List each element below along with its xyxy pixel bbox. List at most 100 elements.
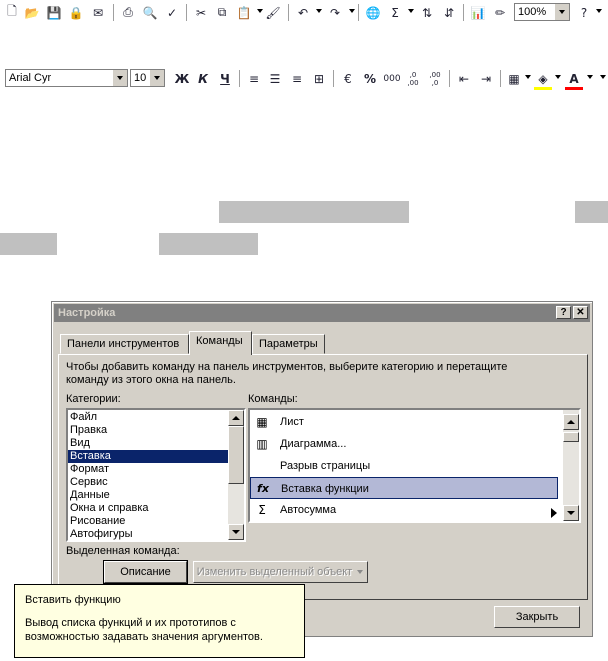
print-icon[interactable]: ⎙ bbox=[119, 4, 137, 21]
chart-wizard-icon[interactable]: 📊 bbox=[469, 4, 487, 21]
paste-icon[interactable]: 📋 bbox=[235, 4, 253, 21]
category-item[interactable]: Окна и справка bbox=[68, 502, 228, 515]
paste-dropdown-icon[interactable] bbox=[257, 9, 263, 13]
align-center-icon[interactable]: ☰ bbox=[266, 70, 284, 87]
category-item[interactable]: Автофигуры bbox=[68, 528, 228, 540]
toolbar-separator bbox=[333, 70, 335, 87]
percent-button[interactable]: % bbox=[361, 70, 379, 87]
new-icon[interactable]: 🗋 bbox=[3, 4, 21, 21]
increase-indent-icon[interactable]: ⇥ bbox=[477, 70, 495, 87]
command-item[interactable]: Разрыв страницы bbox=[250, 455, 558, 477]
tab-options[interactable]: Параметры bbox=[252, 334, 325, 354]
align-right-icon[interactable]: ≡ bbox=[288, 70, 306, 87]
thousands-button[interactable]: 000 bbox=[383, 70, 401, 87]
gray-block bbox=[575, 201, 608, 223]
spelling-icon[interactable]: ✓ bbox=[163, 4, 181, 21]
hyperlink-icon[interactable]: 🌐 bbox=[364, 4, 382, 21]
category-item[interactable]: Вид bbox=[68, 437, 228, 450]
merge-center-icon[interactable]: ⊞ bbox=[310, 70, 328, 87]
description-button[interactable]: Описание bbox=[103, 560, 188, 584]
email-icon[interactable]: ✉ bbox=[89, 4, 107, 21]
fill-color-icon[interactable]: ◈ bbox=[534, 70, 552, 90]
bold-button[interactable]: Ж bbox=[173, 70, 191, 87]
undo-icon[interactable]: ↶ bbox=[294, 4, 312, 21]
sheet-icon: ▦ bbox=[256, 415, 268, 429]
size-combo[interactable]: 10 bbox=[130, 69, 165, 87]
format-painter-icon[interactable]: 🖌 bbox=[264, 4, 282, 21]
font-color-dropdown-icon[interactable] bbox=[587, 75, 593, 79]
commands-scrollbar[interactable] bbox=[563, 410, 579, 521]
drawing-icon[interactable]: ✏ bbox=[491, 4, 509, 21]
align-left-icon[interactable]: ≡ bbox=[245, 70, 263, 87]
scroll-thumb[interactable] bbox=[228, 426, 244, 484]
command-label: Вставка функции bbox=[281, 483, 369, 495]
command-item[interactable]: Σ Автосумма bbox=[250, 499, 558, 521]
close-icon[interactable]: ✕ bbox=[573, 306, 588, 319]
help-icon[interactable]: ? bbox=[575, 4, 593, 21]
chevron-down-icon[interactable] bbox=[554, 4, 569, 20]
borders-dropdown-icon[interactable] bbox=[525, 75, 531, 79]
category-item[interactable]: Сервис bbox=[68, 476, 228, 489]
command-tooltip: Вставить функцию Вывод списка функций и … bbox=[14, 584, 305, 658]
toolbar-separator bbox=[113, 4, 115, 21]
open-icon[interactable]: 📂 bbox=[23, 4, 41, 21]
command-item[interactable]: ▦ Лист bbox=[250, 411, 558, 433]
category-item[interactable]: Файл bbox=[68, 411, 228, 424]
scroll-thumb[interactable] bbox=[563, 432, 579, 442]
redo-icon[interactable]: ↷ bbox=[326, 4, 344, 21]
undo-dropdown-icon[interactable] bbox=[316, 9, 322, 13]
increase-decimal-button[interactable]: ,0 ,00 bbox=[404, 70, 422, 87]
toolbar-options-icon[interactable] bbox=[600, 75, 606, 79]
redo-dropdown-icon[interactable] bbox=[349, 9, 355, 13]
underline-button[interactable]: Ч bbox=[216, 70, 234, 87]
command-item[interactable]: ▥ Диаграмма... bbox=[250, 433, 558, 455]
tab-toolbars[interactable]: Панели инструментов bbox=[60, 334, 189, 354]
font-color-icon[interactable]: A bbox=[565, 70, 583, 90]
toolbar-separator bbox=[463, 4, 465, 21]
help-button[interactable]: ? bbox=[556, 306, 571, 319]
chevron-down-icon[interactable] bbox=[112, 70, 127, 86]
categories-list[interactable]: Файл Правка Вид Вставка Формат Сервис Данные Ок… bbox=[66, 408, 246, 542]
decrease-indent-icon[interactable]: ⇤ bbox=[455, 70, 473, 87]
save-icon[interactable]: 💾 bbox=[45, 4, 63, 21]
autosum-dropdown-icon[interactable] bbox=[408, 9, 414, 13]
tab-commands[interactable]: Команды bbox=[189, 331, 252, 355]
category-item[interactable]: Вставка bbox=[68, 450, 228, 463]
chevron-down-icon[interactable] bbox=[149, 70, 164, 86]
scroll-down-icon[interactable] bbox=[563, 505, 579, 521]
italic-button[interactable]: К bbox=[194, 70, 212, 87]
category-item[interactable]: Рисование bbox=[68, 515, 228, 528]
borders-icon[interactable]: ▦ bbox=[505, 70, 523, 87]
scroll-up-icon[interactable] bbox=[228, 410, 244, 426]
sort-descending-icon[interactable]: ⇵ bbox=[440, 4, 458, 21]
formatting-toolbar: Arial Cyr 10 Ж К Ч ≡ ☰ ≡ ⊞ € % 000 ,0 ,0… bbox=[0, 66, 608, 92]
close-button[interactable]: Закрыть bbox=[494, 606, 580, 628]
gray-block bbox=[159, 233, 258, 255]
permission-icon[interactable]: 🔒 bbox=[67, 4, 85, 21]
zoom-value: 100% bbox=[518, 6, 547, 18]
decrease-decimal-button[interactable]: ,00 ,0 bbox=[426, 70, 444, 87]
zoom-combo[interactable]: 100% bbox=[514, 3, 570, 21]
fill-dropdown-icon[interactable] bbox=[555, 75, 561, 79]
command-label: Лист bbox=[280, 416, 304, 428]
categories-scrollbar[interactable] bbox=[228, 410, 244, 540]
command-item[interactable]: fx Вставка функции bbox=[250, 477, 558, 499]
category-item[interactable]: Данные bbox=[68, 489, 228, 502]
copy-icon[interactable]: ⧉ bbox=[213, 4, 231, 21]
chevron-down-icon bbox=[357, 570, 363, 574]
cut-icon[interactable]: ✂ bbox=[192, 4, 210, 21]
category-item[interactable]: Формат bbox=[68, 463, 228, 476]
commands-list[interactable]: ▦ Лист ▥ Диаграмма... Разрыв страницы fx Встав… bbox=[248, 408, 581, 523]
category-item[interactable]: Правка bbox=[68, 424, 228, 437]
help-dropdown-icon[interactable] bbox=[596, 9, 602, 13]
modify-selection-button[interactable]: Изменить выделенный объект bbox=[193, 561, 368, 583]
font-combo[interactable]: Arial Cyr bbox=[5, 69, 128, 87]
currency-icon[interactable]: € bbox=[339, 70, 357, 87]
autosum-icon[interactable]: Σ bbox=[386, 4, 404, 21]
commands-label: Команды: bbox=[248, 393, 298, 405]
scroll-down-icon[interactable] bbox=[228, 524, 244, 540]
command-label: Диаграмма... bbox=[280, 438, 347, 450]
scroll-up-icon[interactable] bbox=[563, 414, 579, 430]
print-preview-icon[interactable]: 🔍 bbox=[141, 4, 159, 21]
sort-ascending-icon[interactable]: ⇅ bbox=[418, 4, 436, 21]
